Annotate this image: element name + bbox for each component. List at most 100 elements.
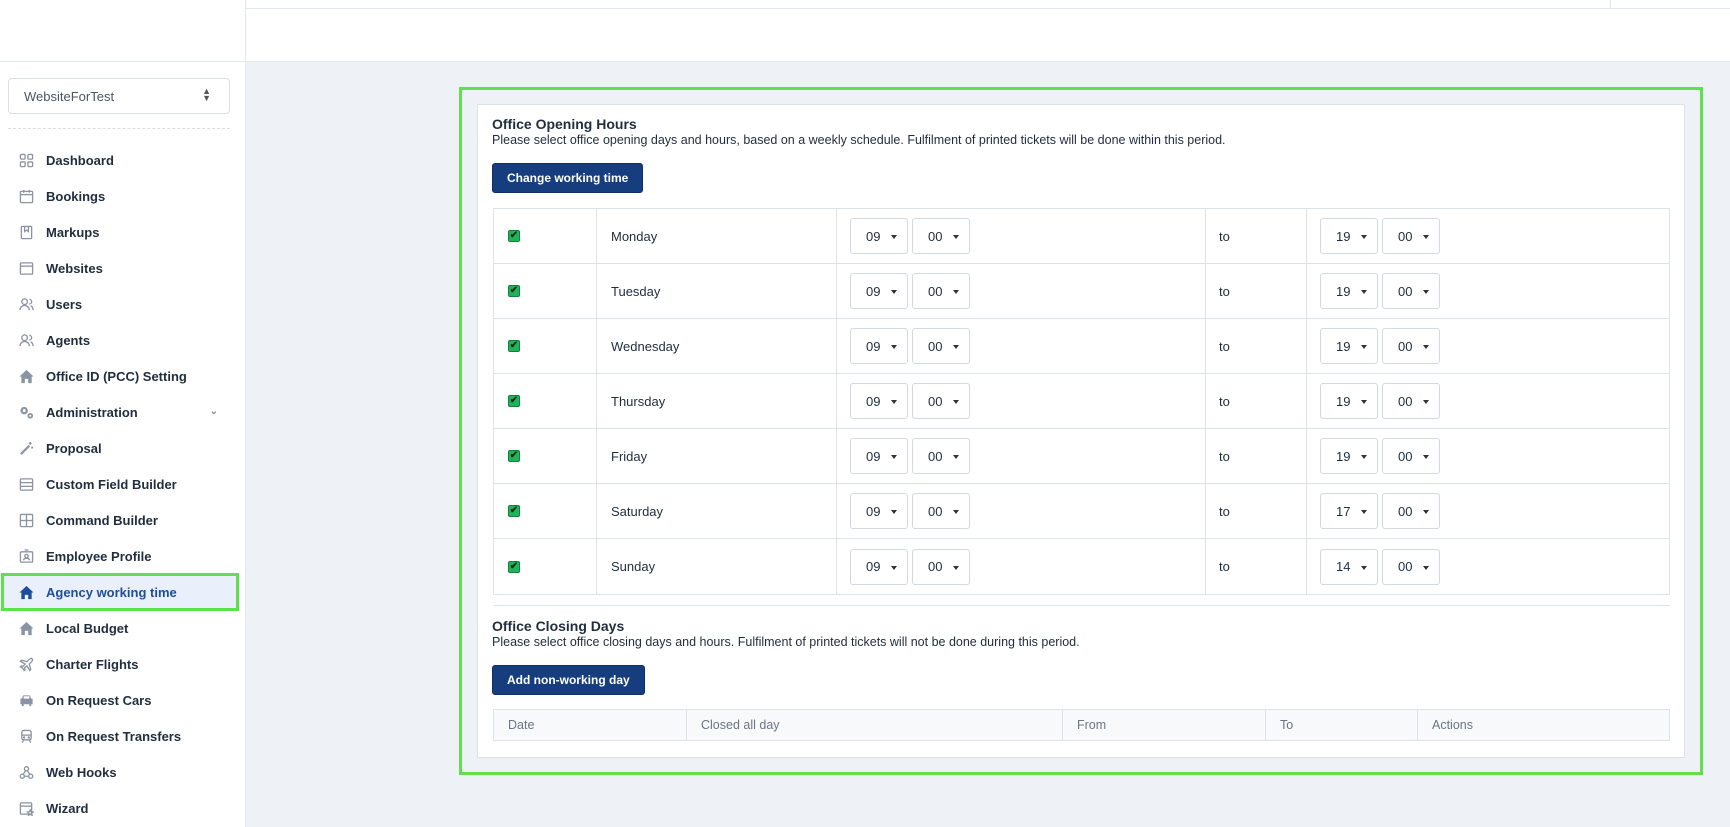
sidebar-item-bookings[interactable]: Bookings [0,178,246,214]
sidebar-item-label: On Request Cars [46,692,152,708]
table-row: ✔ Monday 09 00 to 19 00 [494,209,1669,264]
to-hour-select[interactable]: 19 [1320,328,1378,364]
day-checkbox[interactable]: ✔ [508,505,520,517]
sidebar-item-dashboard[interactable]: Dashboard [0,142,246,178]
sidebar-item-label: Local Budget [46,620,129,636]
sidebar-item-proposal[interactable]: Proposal [0,430,246,466]
from-minute-select[interactable]: 00 [912,328,970,364]
sidebar-item-label: On Request Transfers [46,728,182,744]
to-minute-select[interactable]: 00 [1382,438,1440,474]
from-minute-select[interactable]: 00 [912,548,970,585]
sidebar-item-web-hooks[interactable]: Web Hooks [0,754,246,790]
column-header-closed-all-day[interactable]: Closed all day [687,710,1063,740]
caret-down-icon [953,345,959,349]
caret-down-icon [953,455,959,459]
sidebar-item-agents[interactable]: Agents [0,322,246,358]
day-checkbox[interactable]: ✔ [508,230,520,242]
caret-down-icon [1361,510,1367,514]
to-minute-select[interactable]: 00 [1382,383,1440,419]
from-hour-select[interactable]: 09 [850,273,908,309]
table-row: ✔ Thursday 09 00 to 19 00 [494,374,1669,429]
browser-icon [18,260,34,276]
sidebar-item-websites[interactable]: Websites [0,250,246,286]
column-header-to[interactable]: To [1266,710,1418,740]
day-checkbox[interactable]: ✔ [508,340,520,352]
caret-down-icon [953,510,959,514]
sidebar-item-administration[interactable]: Administration ⌄ [0,394,246,430]
column-header-from[interactable]: From [1063,710,1266,740]
day-checkbox[interactable]: ✔ [508,395,520,407]
to-label: to [1206,484,1307,538]
day-name: Sunday [597,539,837,594]
sidebar-item-users[interactable]: Users [0,286,246,322]
sidebar-item-label: Dashboard [46,152,114,168]
caret-down-icon [953,400,959,404]
home-icon [18,368,34,384]
change-working-time-button[interactable]: Change working time [492,163,644,193]
caret-down-icon [1423,565,1429,570]
from-hour-select[interactable]: 09 [850,438,908,474]
day-checkbox[interactable]: ✔ [508,285,520,297]
sidebar-item-custom-field-builder[interactable]: Custom Field Builder [0,466,246,502]
sidebar-item-local-budget[interactable]: Local Budget [0,610,246,646]
caret-down-icon [891,345,897,349]
caret-down-icon [1361,455,1367,459]
sidebar-item-markups[interactable]: Markups [0,214,246,250]
sidebar-item-charter-flights[interactable]: Charter Flights [0,646,246,682]
opening-hours-title: Office Opening Hours [492,116,637,132]
sidebar-item-office-id[interactable]: Office ID (PCC) Setting [0,358,246,394]
from-hour-select[interactable]: 09 [850,548,908,585]
agents-icon [18,332,34,348]
day-checkbox[interactable]: ✔ [508,450,520,462]
sidebar-item-wizard[interactable]: Wizard [0,790,246,826]
sidebar-menu: Dashboard Bookings Markups Websites User… [0,142,246,826]
to-minute-select[interactable]: 00 [1382,328,1440,364]
from-hour-select[interactable]: 09 [850,218,908,254]
to-label: to [1206,264,1307,318]
column-header-date[interactable]: Date [494,710,687,740]
opening-hours-table: ✔ Monday 09 00 to 19 00 ✔ Tuesday 09 00 … [493,208,1670,595]
from-minute-select[interactable]: 00 [912,218,970,254]
to-hour-select[interactable]: 19 [1320,383,1378,419]
from-minute-select[interactable]: 00 [912,273,970,309]
to-hour-select[interactable]: 19 [1320,438,1378,474]
users-icon [18,296,34,312]
to-minute-select[interactable]: 00 [1382,548,1440,585]
website-select[interactable]: WebsiteForTest ▲ ▼ [8,78,230,114]
to-hour-select[interactable]: 17 [1320,493,1378,529]
to-label: to [1206,429,1307,483]
add-non-working-day-button[interactable]: Add non-working day [492,665,645,695]
sidebar-item-label: Websites [46,260,103,276]
sidebar-item-agency-working-time[interactable]: Agency working time [1,573,239,611]
dashboard-icon [18,152,34,168]
from-minute-select[interactable]: 00 [912,383,970,419]
to-hour-select[interactable]: 19 [1320,273,1378,309]
website-select-value: WebsiteForTest [24,89,115,104]
from-hour-select[interactable]: 09 [850,493,908,529]
to-hour-select[interactable]: 19 [1320,218,1378,254]
bookmark-icon [18,224,34,240]
chevron-down-icon[interactable]: ⌄ [210,406,218,417]
to-minute-select[interactable]: 00 [1382,493,1440,529]
sidebar-item-command-builder[interactable]: Command Builder [0,502,246,538]
caret-down-icon [1423,235,1429,239]
to-minute-select[interactable]: 00 [1382,218,1440,254]
to-hour-select[interactable]: 14 [1320,548,1378,585]
to-minute-select[interactable]: 00 [1382,273,1440,309]
caret-down-icon [953,290,959,294]
sidebar-item-label: Proposal [46,440,102,456]
caret-down-icon [891,235,897,239]
day-name: Thursday [597,374,837,428]
sidebar-item-on-request-transfers[interactable]: On Request Transfers [0,718,246,754]
train-icon [18,728,34,744]
sidebar-item-employee-profile[interactable]: Employee Profile [0,538,246,574]
day-checkbox[interactable]: ✔ [508,560,520,573]
sidebar-item-on-request-cars[interactable]: On Request Cars [0,682,246,718]
caret-down-icon [1361,235,1367,239]
from-hour-select[interactable]: 09 [850,383,908,419]
column-header-actions: Actions [1432,718,1473,732]
from-minute-select[interactable]: 00 [912,493,970,529]
from-minute-select[interactable]: 00 [912,438,970,474]
from-hour-select[interactable]: 09 [850,328,908,364]
caret-down-icon [891,455,897,459]
